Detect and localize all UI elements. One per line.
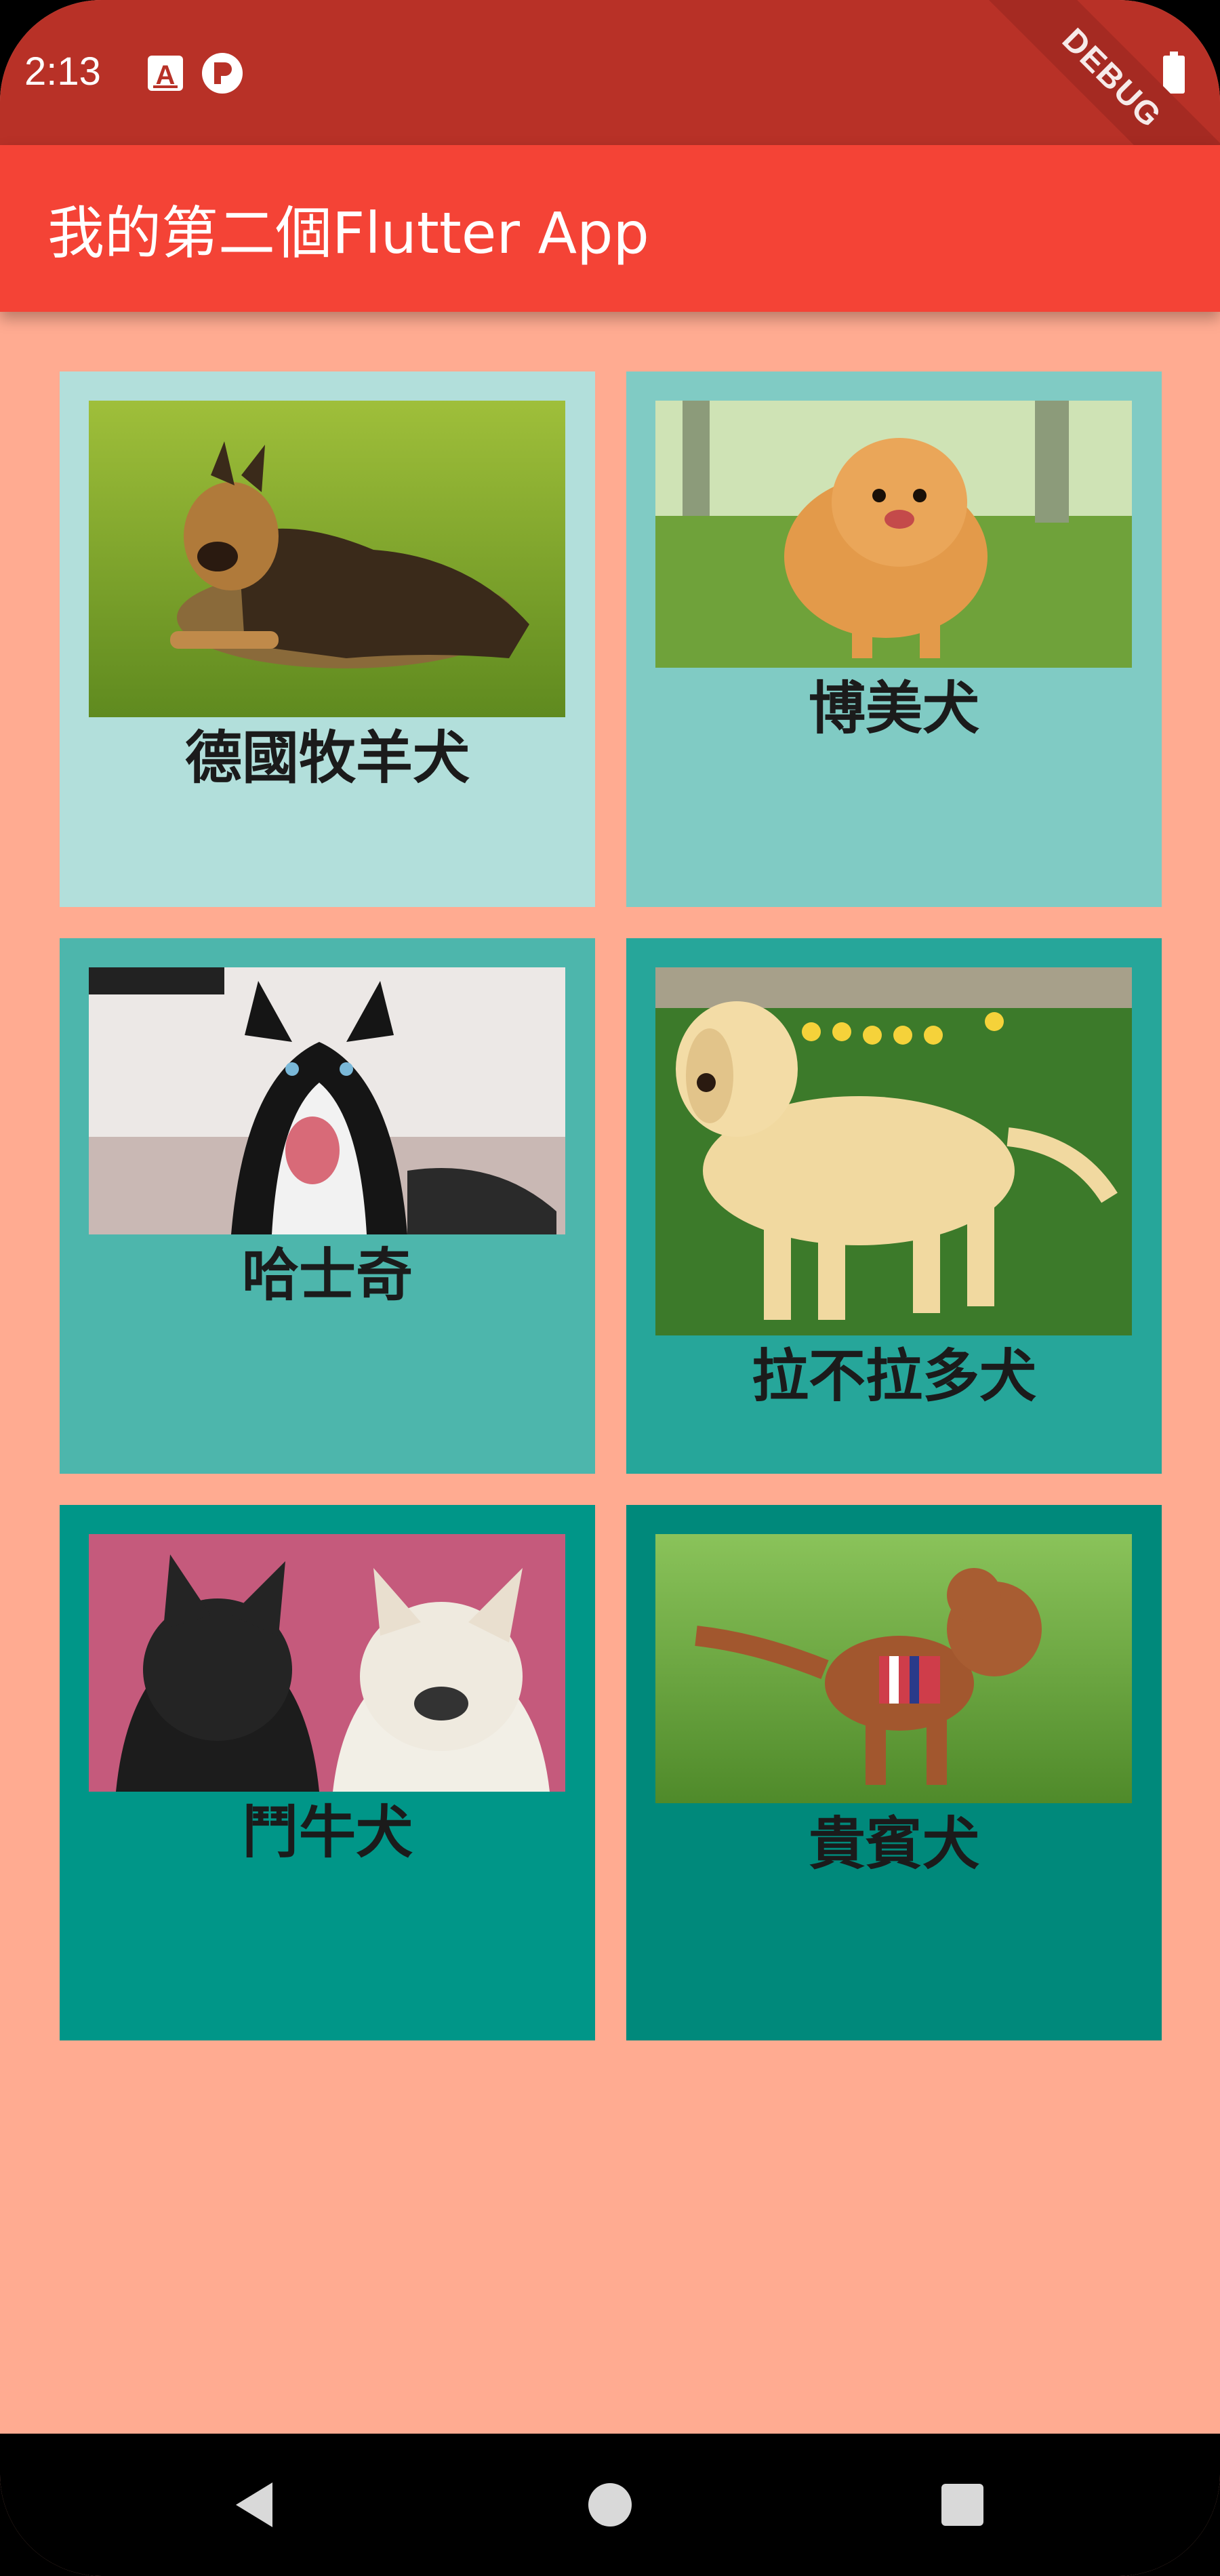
app-title: 我的第二個Flutter App	[47, 200, 649, 266]
dog-label: 鬥牛犬	[241, 1799, 413, 1866]
app-bar: 我的第二個Flutter App	[0, 145, 1220, 312]
dog-label: 德國牧羊犬	[184, 725, 470, 791]
dog-grid: 德國牧羊犬 博美犬 哈士奇 拉不拉多犬 鬥牛犬 貴賓犬	[60, 371, 1162, 2040]
phone-screen: 2:13 A DEBUG 我的第二個Flutter App 德國牧羊犬 博美犬 …	[0, 0, 1220, 2576]
dog-card[interactable]: 拉不拉多犬	[626, 938, 1162, 1474]
p-notification-icon	[201, 52, 244, 95]
status-bar: 2:13 A DEBUG	[0, 0, 1220, 235]
husky-photo	[89, 967, 565, 1234]
french-bulldog-photo	[89, 1534, 565, 1792]
status-time: 2:13	[24, 49, 101, 94]
labrador-photo	[655, 967, 1132, 1335]
back-icon[interactable]	[217, 2468, 291, 2542]
poodle-photo	[655, 1534, 1132, 1803]
dog-card[interactable]: 博美犬	[626, 371, 1162, 907]
dog-card[interactable]: 貴賓犬	[626, 1505, 1162, 2040]
dog-label: 哈士奇	[241, 1242, 413, 1308]
dog-card[interactable]: 哈士奇	[60, 938, 595, 1474]
recents-icon[interactable]	[925, 2468, 1000, 2542]
dog-card[interactable]: 德國牧羊犬	[60, 371, 595, 907]
dog-label: 拉不拉多犬	[751, 1343, 1036, 1409]
home-icon[interactable]	[573, 2468, 647, 2542]
german-shepherd-photo	[89, 401, 565, 717]
a-notification-icon: A	[144, 52, 187, 95]
dog-label: 貴賓犬	[808, 1811, 979, 1877]
dog-label: 博美犬	[808, 675, 979, 742]
dog-card[interactable]: 鬥牛犬	[60, 1505, 595, 2040]
pomeranian-photo	[655, 401, 1132, 668]
navigation-bar	[0, 2434, 1220, 2576]
